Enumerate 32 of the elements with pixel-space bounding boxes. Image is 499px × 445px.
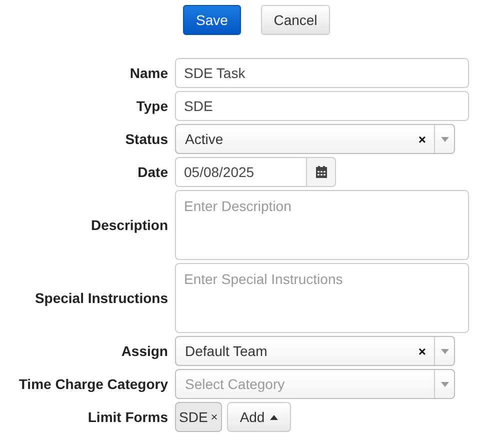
caret-down-icon xyxy=(440,136,448,142)
text-area[interactable]: Enter Special Instructions xyxy=(175,263,469,333)
calendar-button[interactable] xyxy=(307,157,336,187)
clear-icon[interactable]: × xyxy=(418,344,426,358)
caret-down-icon xyxy=(440,348,448,354)
text-area[interactable]: Enter Description xyxy=(175,190,469,260)
remove-tag-icon[interactable]: × xyxy=(210,408,218,426)
add-button[interactable]: Add xyxy=(226,402,291,432)
field-label: Status xyxy=(124,130,168,148)
caret-down-icon xyxy=(440,382,448,386)
cancel-button[interactable]: Cancel xyxy=(261,5,330,35)
selected-value: Default Team xyxy=(184,342,268,360)
field-label: Name xyxy=(128,64,168,82)
calendar-icon xyxy=(316,166,326,178)
save-button[interactable]: Save xyxy=(183,5,241,35)
field-label: Time Charge Category xyxy=(18,374,168,394)
selected-value: Active xyxy=(184,130,224,148)
select-field[interactable]: Default Team × xyxy=(175,336,455,366)
clear-icon[interactable]: × xyxy=(418,132,426,146)
field-label: Assign xyxy=(120,342,168,361)
select-field[interactable]: Active × xyxy=(175,124,455,154)
caret-up-icon xyxy=(270,414,278,420)
field-label: Date xyxy=(136,162,168,182)
select-placeholder: Select Category xyxy=(184,374,286,394)
text-field[interactable]: SDE Task xyxy=(175,58,469,88)
field-label: Type xyxy=(135,96,168,116)
tag-label: SDE xyxy=(179,408,208,426)
text-field[interactable]: SDE xyxy=(175,91,469,121)
field-label: Special Instructions xyxy=(34,288,168,308)
field-label: Description xyxy=(90,216,168,235)
field-label: Limit Forms xyxy=(86,408,168,426)
date-field[interactable]: 05/08/2025 xyxy=(175,157,307,187)
